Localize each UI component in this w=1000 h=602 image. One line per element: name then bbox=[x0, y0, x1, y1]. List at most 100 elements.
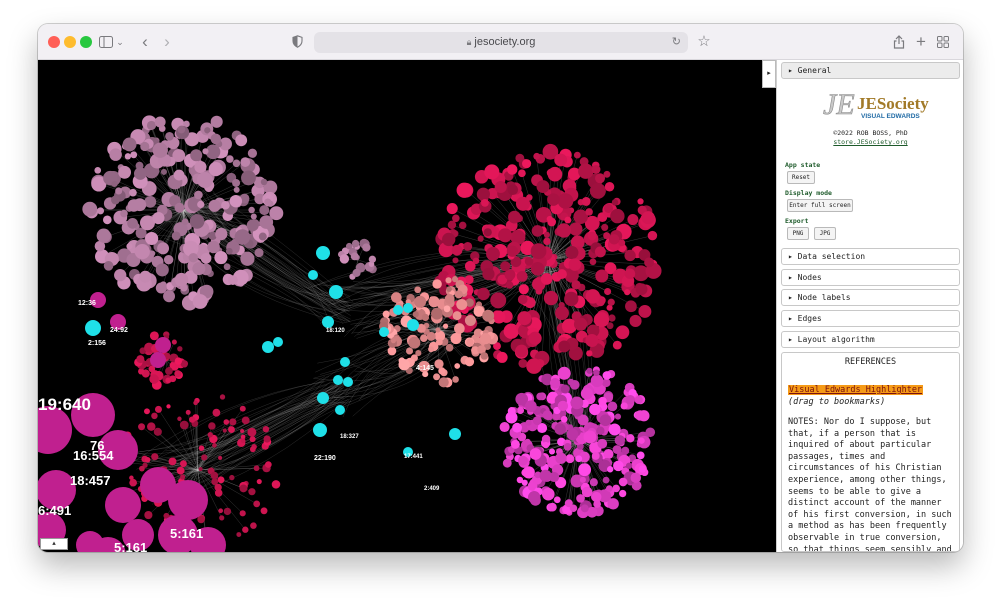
magenta-node[interactable] bbox=[548, 448, 556, 455]
magenta-node[interactable] bbox=[578, 463, 592, 477]
crimson-node[interactable] bbox=[472, 257, 480, 265]
crimson-node[interactable] bbox=[239, 484, 248, 493]
mauve-node[interactable] bbox=[246, 219, 259, 232]
magenta-node[interactable] bbox=[525, 419, 532, 426]
crimson-node[interactable] bbox=[218, 508, 224, 514]
salmon-node[interactable] bbox=[454, 323, 465, 334]
magenta-node[interactable] bbox=[589, 478, 598, 487]
crimson-node[interactable] bbox=[180, 460, 187, 468]
crimson-node[interactable] bbox=[174, 357, 183, 365]
salmon-node[interactable] bbox=[420, 334, 428, 342]
crimson-node[interactable] bbox=[249, 436, 256, 443]
salmon-node[interactable] bbox=[464, 314, 476, 326]
salmon-node[interactable] bbox=[482, 309, 495, 322]
mauve-node[interactable] bbox=[214, 250, 228, 265]
mauve-node[interactable] bbox=[207, 240, 220, 254]
crimson-node[interactable] bbox=[229, 474, 235, 481]
network-graph-canvas[interactable]: 19:640 16:554 18:457 5:161 6:491 76 24:92 2:156… bbox=[38, 60, 776, 552]
magenta-node[interactable] bbox=[510, 439, 520, 449]
magenta-node[interactable] bbox=[521, 468, 530, 477]
crimson-node[interactable] bbox=[506, 164, 518, 175]
crimson-node[interactable] bbox=[483, 228, 492, 237]
share-icon[interactable] bbox=[892, 31, 906, 53]
mauve-node[interactable] bbox=[192, 262, 206, 276]
corner-toggle-button[interactable]: ▴ bbox=[40, 538, 68, 550]
crimson-node[interactable] bbox=[615, 325, 630, 340]
salmon-node[interactable] bbox=[428, 296, 440, 308]
cyan-node[interactable] bbox=[343, 377, 353, 387]
salmon-node[interactable] bbox=[405, 347, 414, 355]
crimson-node[interactable] bbox=[185, 409, 191, 415]
crimson-node[interactable] bbox=[496, 351, 508, 363]
cyan-node[interactable] bbox=[379, 327, 389, 337]
magenta-node[interactable] bbox=[566, 428, 579, 441]
magenta-node[interactable] bbox=[557, 400, 569, 412]
mauve-node[interactable] bbox=[139, 270, 152, 283]
crimson-node[interactable] bbox=[530, 243, 547, 260]
crimson-node[interactable] bbox=[241, 416, 250, 425]
mauve-node[interactable] bbox=[221, 200, 230, 210]
crimson-node[interactable] bbox=[573, 151, 581, 159]
mauve-node[interactable] bbox=[102, 215, 112, 225]
crimson-node[interactable] bbox=[608, 314, 616, 322]
minimize-window-button[interactable] bbox=[64, 36, 76, 48]
magenta-node[interactable] bbox=[602, 476, 610, 484]
crimson-node[interactable] bbox=[249, 446, 256, 453]
crimson-node[interactable] bbox=[144, 456, 151, 463]
salmon-node[interactable] bbox=[438, 377, 449, 388]
crimson-node[interactable] bbox=[463, 241, 473, 251]
mauve-node[interactable] bbox=[232, 178, 241, 187]
magenta-node[interactable] bbox=[603, 448, 614, 460]
mauve-node[interactable] bbox=[208, 199, 221, 212]
salmon-node[interactable] bbox=[431, 307, 443, 320]
crimson-node[interactable] bbox=[265, 461, 272, 468]
mauve-node[interactable] bbox=[351, 239, 360, 248]
magenta-node[interactable] bbox=[612, 445, 622, 454]
magenta-node[interactable] bbox=[581, 486, 593, 498]
mauve-node[interactable] bbox=[127, 217, 138, 229]
magenta-node[interactable] bbox=[560, 384, 570, 394]
salmon-node[interactable] bbox=[414, 286, 422, 294]
crimson-node[interactable] bbox=[223, 507, 232, 516]
magenta-node[interactable] bbox=[638, 437, 645, 444]
magenta-node[interactable] bbox=[634, 395, 643, 405]
crimson-node[interactable] bbox=[543, 237, 551, 246]
crimson-node[interactable] bbox=[526, 358, 542, 374]
magenta-node[interactable] bbox=[150, 352, 166, 368]
close-window-button[interactable] bbox=[48, 36, 60, 48]
salmon-node[interactable] bbox=[398, 357, 406, 364]
magenta-node[interactable] bbox=[583, 430, 597, 444]
cyan-node[interactable] bbox=[273, 337, 283, 347]
crimson-node[interactable] bbox=[530, 262, 545, 276]
section-nodes[interactable]: ▸ Nodes bbox=[781, 269, 960, 286]
export-png-button[interactable]: PNG bbox=[787, 227, 809, 240]
magenta-node[interactable] bbox=[638, 465, 647, 473]
mauve-node[interactable] bbox=[233, 186, 240, 193]
mauve-node[interactable] bbox=[145, 231, 159, 246]
crimson-node[interactable] bbox=[578, 163, 594, 179]
crimson-node[interactable] bbox=[446, 203, 458, 215]
magenta-node[interactable] bbox=[542, 487, 555, 501]
magenta-node[interactable] bbox=[566, 454, 573, 462]
mauve-node[interactable] bbox=[362, 243, 371, 252]
crimson-node[interactable] bbox=[569, 222, 583, 236]
crimson-node[interactable] bbox=[138, 423, 146, 431]
crimson-node[interactable] bbox=[524, 257, 534, 266]
magenta-node[interactable] bbox=[569, 379, 580, 390]
crimson-node[interactable] bbox=[601, 223, 609, 232]
crimson-node[interactable] bbox=[236, 532, 242, 537]
crimson-node[interactable] bbox=[589, 182, 606, 199]
bookmark-star-icon[interactable]: ☆ bbox=[696, 31, 712, 53]
magenta-node[interactable] bbox=[597, 438, 608, 449]
magenta-node[interactable] bbox=[599, 414, 612, 427]
mauve-node[interactable] bbox=[82, 201, 98, 217]
mauve-node[interactable] bbox=[163, 254, 174, 265]
cyan-node[interactable] bbox=[308, 270, 318, 280]
magenta-node[interactable] bbox=[507, 407, 516, 416]
crimson-node[interactable] bbox=[166, 404, 171, 409]
magenta-node[interactable] bbox=[532, 416, 542, 426]
salmon-node[interactable] bbox=[466, 338, 474, 347]
crimson-node[interactable] bbox=[223, 419, 230, 425]
crimson-node[interactable] bbox=[169, 375, 177, 383]
crimson-node[interactable] bbox=[547, 217, 557, 227]
